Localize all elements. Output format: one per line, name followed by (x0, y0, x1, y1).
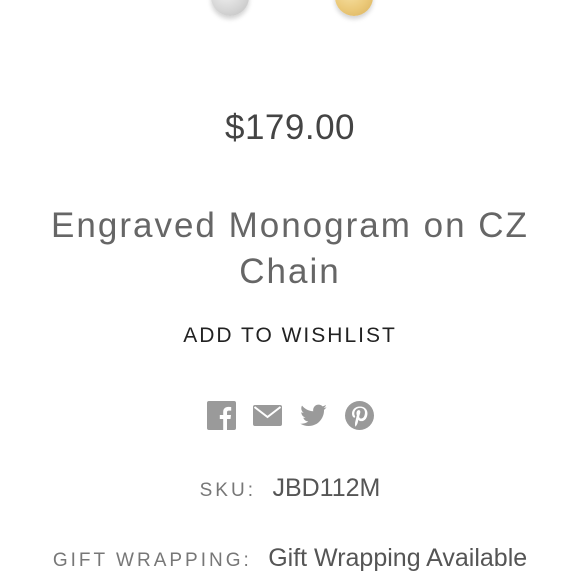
product-price: $179.00 (224, 108, 356, 147)
gold-swatch[interactable] (335, 0, 373, 16)
sku-value: JBD112M (272, 474, 381, 502)
gift-wrapping-label: GIFT WRAPPING: (52, 550, 252, 571)
share-icons (0, 401, 580, 430)
silver-swatch[interactable] (211, 0, 249, 16)
color-swatches (0, 0, 580, 24)
sku-row: SKU: JBD112M (0, 474, 580, 503)
gift-wrapping-row: GIFT WRAPPING: Gift Wrapping Available (0, 544, 580, 573)
twitter-icon[interactable] (299, 401, 328, 430)
product-title: Engraved Monogram on CZ Chain (51, 206, 529, 291)
facebook-icon[interactable] (206, 401, 236, 430)
add-to-wishlist-link[interactable]: ADD TO WISHLIST (0, 324, 580, 348)
sku-label: SKU: (199, 480, 256, 501)
email-icon[interactable] (252, 401, 282, 430)
gift-wrapping-value: Gift Wrapping Available (268, 544, 528, 572)
pinterest-icon[interactable] (344, 401, 374, 430)
